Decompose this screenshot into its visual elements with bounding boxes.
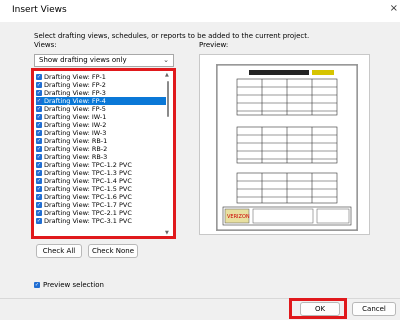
scroll-down-icon[interactable]: ▼: [165, 230, 169, 236]
title-bar: Insert Views ×: [0, 0, 400, 22]
checkbox-checked-icon[interactable]: ✓: [36, 106, 42, 112]
list-item[interactable]: ✓ Drafting View: FP-3: [36, 89, 166, 97]
list-item-label: Drafting View: TPC-1.3 PVC: [44, 169, 132, 177]
list-item[interactable]: ✓ Drafting View: TPC-1.6 PVC: [36, 193, 166, 201]
list-item-label: Drafting View: FP-2: [44, 81, 106, 89]
scroll-thumb[interactable]: [167, 81, 169, 117]
list-item-label: Drafting View: FP-5: [44, 105, 106, 113]
checkbox-checked-icon[interactable]: ✓: [36, 194, 42, 200]
list-item-label: Drafting View: TPC-1.2 PVC: [44, 161, 132, 169]
checkbox-checked-icon[interactable]: ✓: [36, 90, 42, 96]
list-item-label: Drafting View: IW-1: [44, 113, 107, 121]
list-item[interactable]: ✓ Drafting View: FP-1: [36, 73, 166, 81]
checkbox-checked-icon[interactable]: ✓: [36, 154, 42, 160]
list-item-label: Drafting View: FP-4: [44, 97, 106, 105]
cancel-button[interactable]: Cancel: [352, 302, 396, 316]
list-item-label: Drafting View: RB-1: [44, 137, 108, 145]
checkbox-checked-icon[interactable]: ✓: [36, 138, 42, 144]
list-item-label: Drafting View: FP-3: [44, 89, 106, 97]
checkbox-checked-icon[interactable]: ✓: [36, 98, 42, 104]
list-item-label: Drafting View: TPC-1.4 PVC: [44, 177, 132, 185]
preview-selection-label: Preview selection: [43, 281, 104, 289]
insert-views-dialog: Insert Views × Select drafting views, sc…: [0, 0, 400, 320]
list-item-label: Drafting View: IW-2: [44, 121, 107, 129]
list-item[interactable]: ✓ Drafting View: TPC-3.1 PVC: [36, 217, 166, 225]
list-item[interactable]: ✓ Drafting View: RB-2: [36, 145, 166, 153]
list-item-label: Drafting View: TPC-1.6 PVC: [44, 193, 132, 201]
list-item-label: Drafting View: TPC-1.7 PVC: [44, 201, 132, 209]
ok-button-highlight: [289, 298, 347, 319]
views-filter-dropdown[interactable]: Show drafting views only ⌄: [34, 54, 174, 67]
preview-label: Preview:: [199, 41, 229, 49]
list-item-label: Drafting View: RB-3: [44, 153, 108, 161]
check-all-button[interactable]: Check All: [36, 244, 82, 258]
list-item[interactable]: ✓ Drafting View: TPC-1.5 PVC: [36, 185, 166, 193]
checkbox-checked-icon[interactable]: ✓: [36, 202, 42, 208]
checkbox-checked-icon[interactable]: ✓: [36, 114, 42, 120]
list-item-label: Drafting View: TPC-2.1 PVC: [44, 209, 132, 217]
list-item-label: Drafting View: IW-3: [44, 129, 107, 137]
list-item[interactable]: ✓ Drafting View: TPC-1.3 PVC: [36, 169, 166, 177]
checkbox-checked-icon[interactable]: ✓: [36, 146, 42, 152]
scroll-up-icon[interactable]: ▲: [165, 72, 169, 78]
close-icon[interactable]: ×: [390, 3, 398, 14]
check-none-button[interactable]: Check None: [88, 244, 138, 258]
list-item-label: Drafting View: RB-2: [44, 145, 108, 153]
list-item[interactable]: ✓ Drafting View: IW-1: [36, 113, 166, 121]
views-list-scrollbar[interactable]: ▲ ▼: [165, 72, 171, 236]
views-filter-value: Show drafting views only: [39, 56, 127, 64]
list-item[interactable]: ✓ Drafting View: FP-4: [36, 97, 166, 105]
list-item-label: Drafting View: FP-1: [44, 73, 106, 81]
checkbox-checked-icon[interactable]: ✓: [36, 162, 42, 168]
views-list-items: ✓ Drafting View: FP-1 ✓ Drafting View: FP-2…: [36, 73, 166, 225]
checkbox-checked-icon[interactable]: ✓: [36, 186, 42, 192]
list-item[interactable]: ✓ Drafting View: TPC-1.7 PVC: [36, 201, 166, 209]
checkbox-checked-icon[interactable]: ✓: [36, 82, 42, 88]
checkbox-checked-icon: ✓: [34, 282, 40, 288]
dialog-title: Insert Views: [12, 5, 67, 15]
checkbox-checked-icon[interactable]: ✓: [36, 122, 42, 128]
list-item[interactable]: ✓ Drafting View: RB-3: [36, 153, 166, 161]
list-item[interactable]: ✓ Drafting View: FP-5: [36, 105, 166, 113]
list-item[interactable]: ✓ Drafting View: RB-1: [36, 137, 166, 145]
list-item-label: Drafting View: TPC-3.1 PVC: [44, 217, 132, 225]
preview-drawing: VERIZON: [216, 64, 358, 231]
chevron-down-icon: ⌄: [163, 56, 169, 64]
checkbox-checked-icon[interactable]: ✓: [36, 130, 42, 136]
checkbox-checked-icon[interactable]: ✓: [36, 178, 42, 184]
checkbox-checked-icon[interactable]: ✓: [36, 170, 42, 176]
preview-logo-text: VERIZON: [227, 214, 250, 220]
checkbox-checked-icon[interactable]: ✓: [36, 74, 42, 80]
views-list[interactable]: ✓ Drafting View: FP-1 ✓ Drafting View: FP-2…: [31, 68, 176, 239]
instruction-text: Select drafting views, schedules, or rep…: [34, 32, 310, 40]
checkbox-checked-icon[interactable]: ✓: [36, 218, 42, 224]
list-item-label: Drafting View: TPC-1.5 PVC: [44, 185, 132, 193]
list-item[interactable]: ✓ Drafting View: IW-2: [36, 121, 166, 129]
checkbox-checked-icon[interactable]: ✓: [36, 210, 42, 216]
list-item[interactable]: ✓ Drafting View: TPC-2.1 PVC: [36, 209, 166, 217]
list-item[interactable]: ✓ Drafting View: IW-3: [36, 129, 166, 137]
preview-selection-checkbox[interactable]: ✓ Preview selection: [34, 281, 104, 289]
views-label: Views:: [34, 41, 57, 49]
list-item[interactable]: ✓ Drafting View: TPC-1.2 PVC: [36, 161, 166, 169]
preview-pane: VERIZON: [199, 54, 370, 235]
list-item[interactable]: ✓ Drafting View: TPC-1.4 PVC: [36, 177, 166, 185]
list-item[interactable]: ✓ Drafting View: FP-2: [36, 81, 166, 89]
